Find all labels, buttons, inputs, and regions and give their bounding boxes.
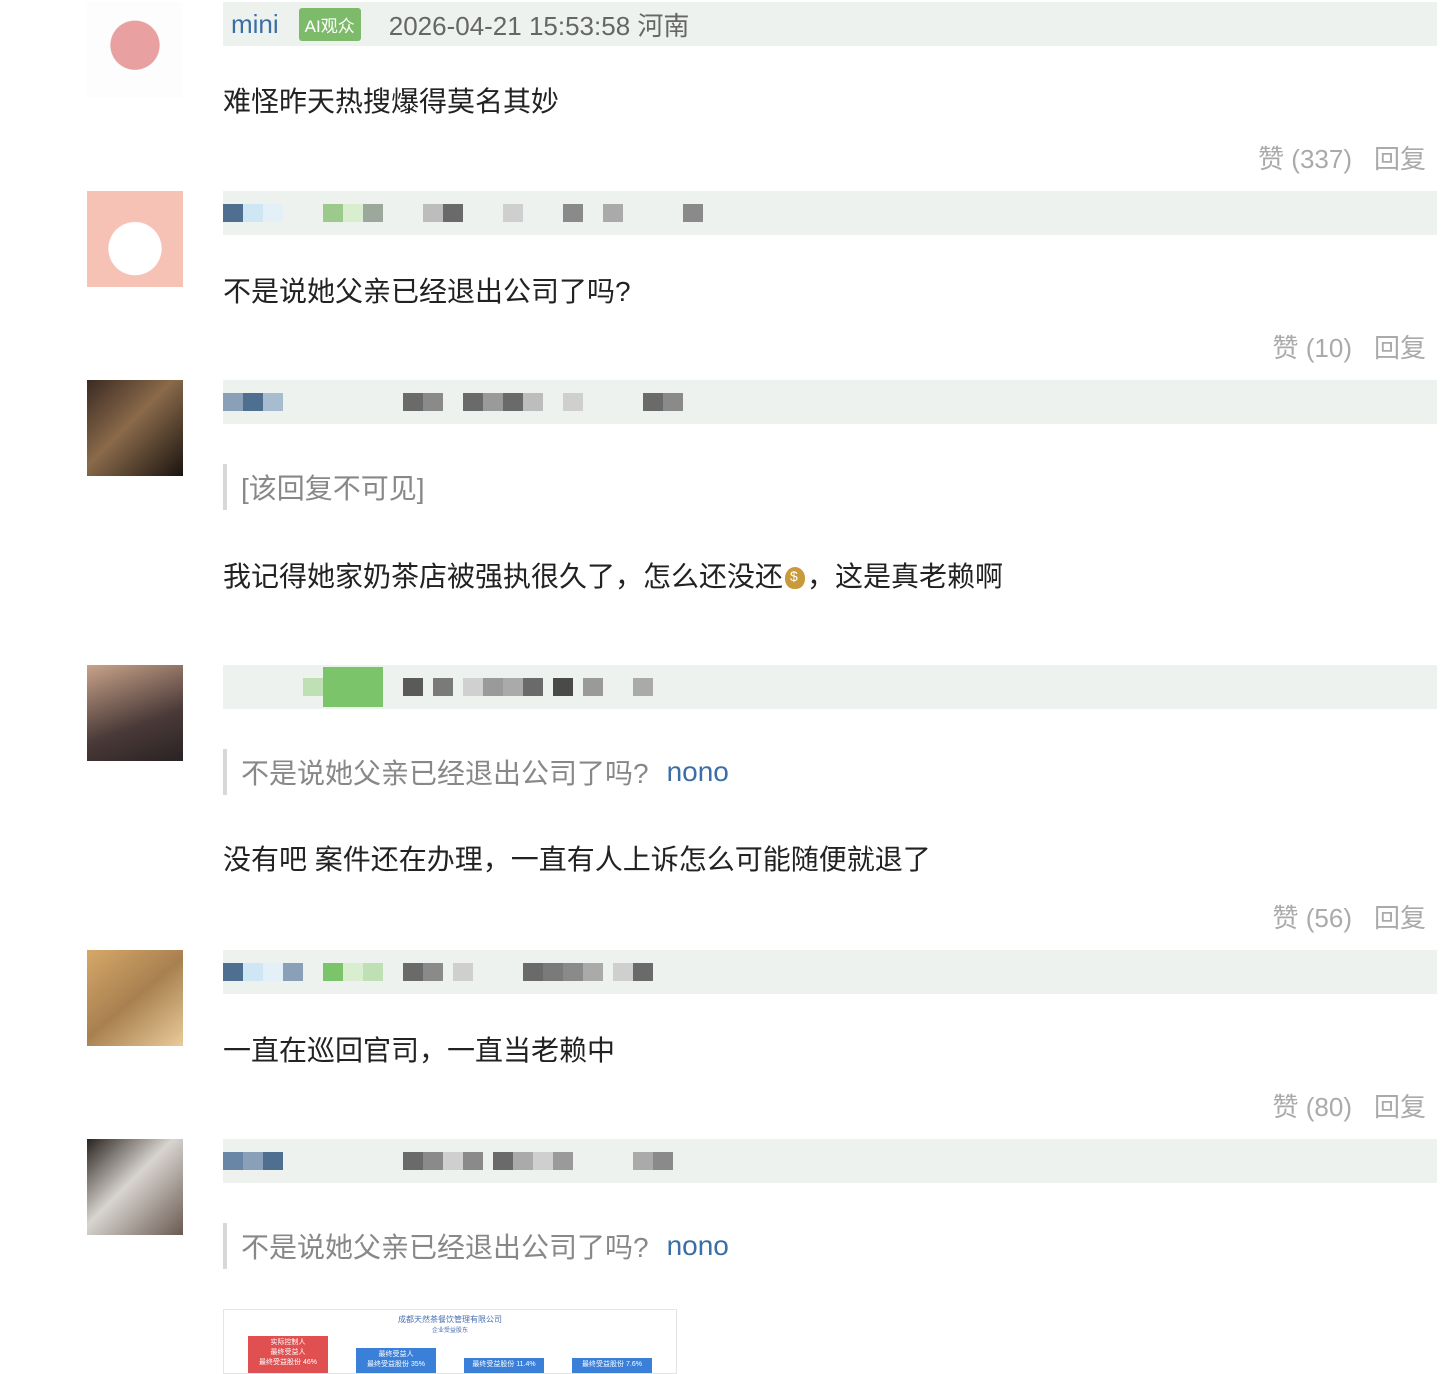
quoted-reply: 不是说她父亲已经退出公司了吗? nono <box>223 1223 729 1269</box>
ai-audience-badge: AI观众 <box>298 7 361 41</box>
reply-button[interactable]: 回复 <box>1374 328 1426 365</box>
box-label: 最终受益人 <box>270 1349 306 1356</box>
comment-text: 没有吧 案件还在办理，一直有人上诉怎么可能随便就退了 <box>223 844 931 875</box>
box-label: 最终受益股份 11.4% <box>472 1361 536 1368</box>
comment-text-part: ，这是真老赖啊 <box>807 561 1004 592</box>
comment-actions: 赞 (56) 回复 <box>1273 898 1426 935</box>
quoted-text: 不是说她父亲已经退出公司了吗? <box>241 1232 649 1263</box>
redacted-username <box>223 1139 763 1183</box>
embed-title: 成都天然茶餐饮管理有限公司 <box>398 1315 502 1324</box>
redacted-username <box>223 380 763 424</box>
avatar[interactable] <box>87 191 183 287</box>
box-label: 最终受益股份 35% <box>367 1361 425 1368</box>
reply-button[interactable]: 回复 <box>1374 898 1426 935</box>
money-bag-icon <box>785 567 806 589</box>
redacted-username <box>223 191 763 235</box>
reply-button[interactable]: 回复 <box>1374 139 1426 176</box>
box-label: 实际控制人 <box>270 1339 306 1346</box>
quoted-username[interactable]: nono <box>667 1230 729 1262</box>
redacted-username <box>223 665 763 709</box>
comment-actions: 赞 (10) 回复 <box>1273 328 1426 365</box>
avatar[interactable] <box>87 950 183 1046</box>
comment-meta: mini AI观众 2026-04-21 15:53:58 河南 <box>223 2 1437 46</box>
ownership-box: 最终受益人 最终受益股份 35% <box>356 1348 436 1373</box>
attached-image[interactable]: 成都天然茶餐饮管理有限公司 企业受益股东 实际控制人 最终受益人 最终受益股份 … <box>223 1309 677 1374</box>
box-label: 最终受益股份 46% <box>259 1359 317 1366</box>
avatar[interactable] <box>87 2 183 98</box>
comment-text: 一直在巡回官司，一直当老赖中 <box>223 1035 616 1066</box>
comment-text: 我记得她家奶茶店被强执很久了，怎么还没还 ，这是真老赖啊 <box>223 555 1003 595</box>
quoted-username[interactable]: nono <box>667 756 729 788</box>
redacted-username <box>223 950 763 994</box>
like-button[interactable]: 赞 (80) <box>1273 1087 1352 1124</box>
box-label: 最终受益人 <box>378 1351 414 1358</box>
quoted-reply: [该回复不可见] <box>223 464 425 510</box>
comment-text-part: 我记得她家奶茶店被强执很久了，怎么还没还 <box>223 561 784 592</box>
comment-meta-redacted <box>223 1139 1437 1183</box>
avatar[interactable] <box>87 380 183 476</box>
reply-button[interactable]: 回复 <box>1374 1087 1426 1124</box>
comment-meta-redacted <box>223 665 1437 709</box>
quoted-reply: 不是说她父亲已经退出公司了吗? nono <box>223 749 729 795</box>
timestamp-location: 2026-04-21 15:53:58 河南 <box>388 10 690 41</box>
avatar[interactable] <box>87 1139 183 1235</box>
quoted-text: 不是说她父亲已经退出公司了吗? <box>241 758 649 789</box>
comment-text: 难怪昨天热搜爆得莫名其妙 <box>223 86 560 117</box>
embed-subtitle: 企业受益股东 <box>431 1328 468 1334</box>
box-label: 最终受益股份 7.6% <box>582 1361 642 1368</box>
avatar[interactable] <box>87 665 183 761</box>
like-button[interactable]: 赞 (56) <box>1273 898 1352 935</box>
like-button[interactable]: 赞 (337) <box>1258 139 1352 176</box>
username[interactable]: mini <box>231 9 279 40</box>
quoted-text: [该回复不可见] <box>241 473 425 504</box>
comment-meta-redacted <box>223 191 1437 235</box>
comment-meta-redacted <box>223 380 1437 424</box>
comment-actions: 赞 (80) 回复 <box>1273 1087 1426 1124</box>
comment-meta-redacted <box>223 950 1437 994</box>
comment-text: 不是说她父亲已经退出公司了吗? <box>223 276 631 307</box>
comment-actions: 赞 (337) 回复 <box>1258 139 1426 176</box>
ownership-box: 实际控制人 最终受益人 最终受益股份 46% <box>248 1336 328 1373</box>
like-button[interactable]: 赞 (10) <box>1273 328 1352 365</box>
